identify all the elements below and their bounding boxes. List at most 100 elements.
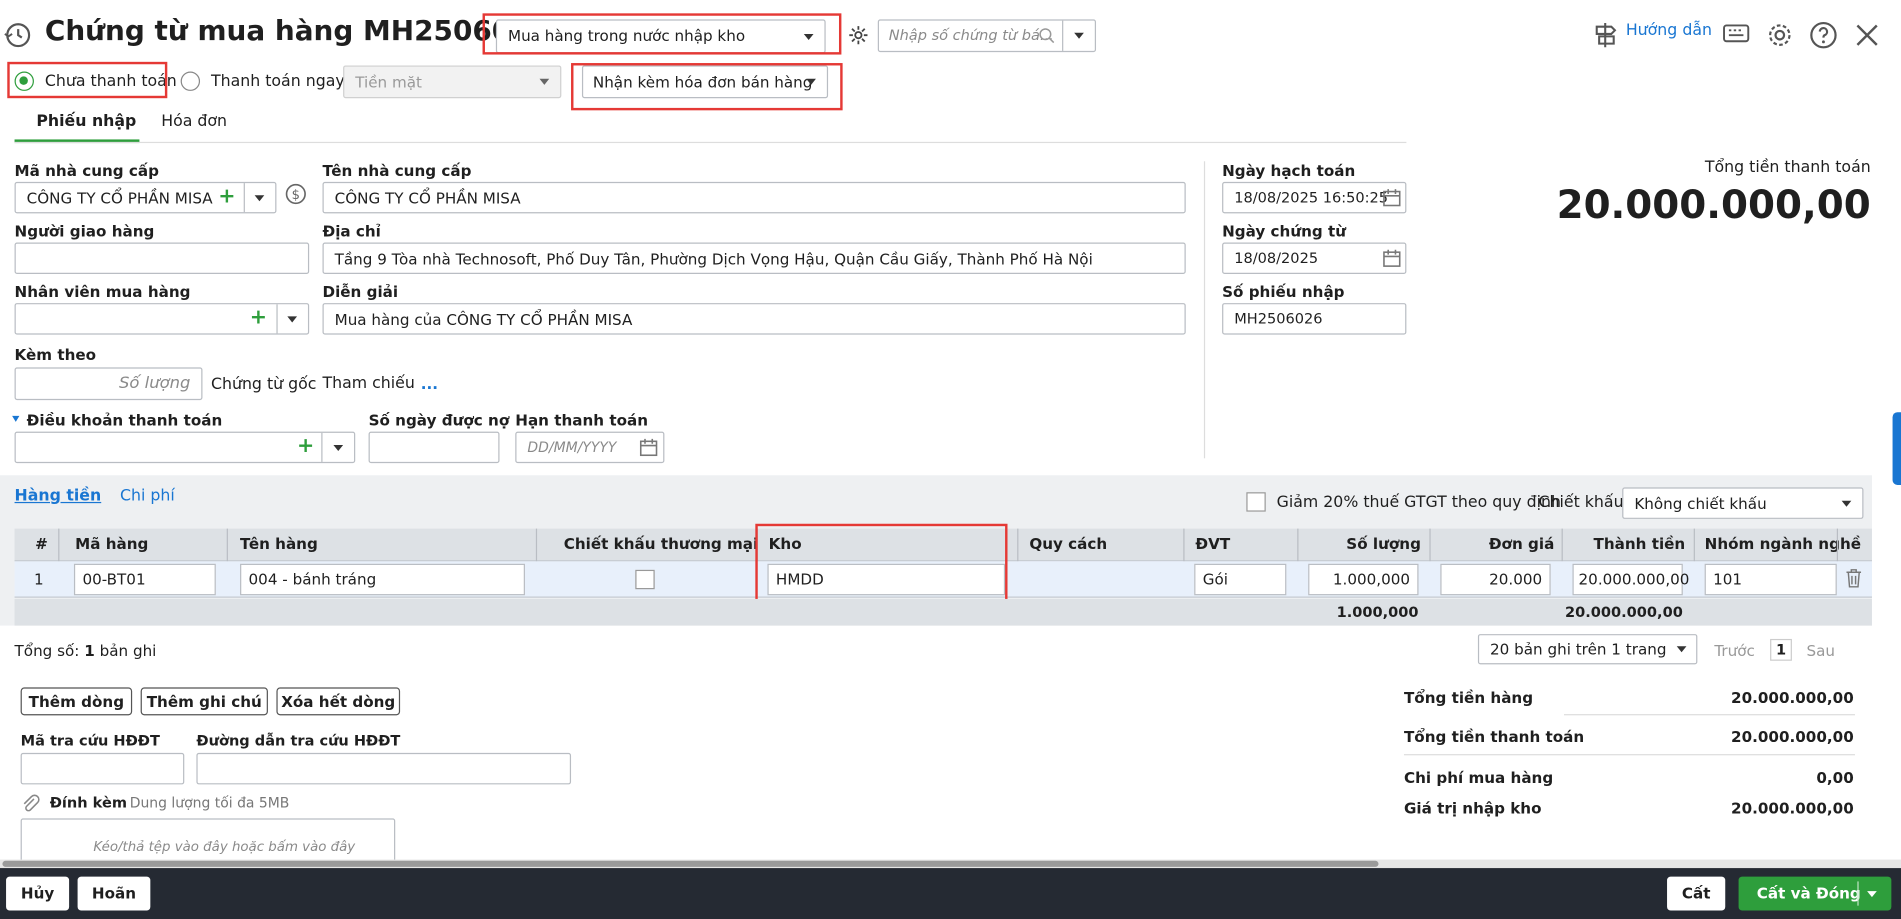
due-date-placeholder: DD/MM/YYYY bbox=[527, 438, 617, 456]
pay-now-radio[interactable] bbox=[180, 71, 201, 91]
svg-text:$: $ bbox=[292, 188, 300, 203]
payment-method-value: Tiền mặt bbox=[355, 72, 422, 91]
tab-cost[interactable]: Chi phí bbox=[120, 487, 175, 505]
history-icon[interactable] bbox=[4, 21, 33, 50]
voucher-search-box[interactable]: Nhập số chứng từ bá... bbox=[877, 19, 1097, 53]
group-cell[interactable]: 101 bbox=[1704, 563, 1837, 596]
credit-days-label: Số ngày được nợ bbox=[368, 411, 510, 430]
guide-link[interactable]: Hướng dẫn bbox=[1626, 22, 1712, 40]
page-size-select[interactable]: 20 bản ghi trên 1 trang bbox=[1477, 634, 1698, 665]
add-note-button[interactable]: Thêm ghi chú bbox=[140, 687, 268, 716]
calendar-icon[interactable] bbox=[1382, 249, 1401, 268]
discount-label: Chiết khấu bbox=[1538, 493, 1624, 512]
chevron-down-icon[interactable] bbox=[1074, 32, 1084, 39]
scrollbar-thumb[interactable] bbox=[2, 860, 1379, 867]
add-row-button[interactable]: Thêm dòng bbox=[20, 687, 133, 716]
keyboard-icon[interactable] bbox=[1723, 23, 1750, 45]
lookup-code-input[interactable] bbox=[20, 752, 185, 785]
lookup-url-input[interactable] bbox=[196, 752, 572, 785]
tab-invoice[interactable]: Hóa đơn bbox=[161, 113, 227, 131]
defer-button[interactable]: Hoãn bbox=[77, 876, 151, 911]
save-button[interactable]: Cất bbox=[1667, 876, 1726, 911]
search-input[interactable]: Nhập số chứng từ bá... bbox=[889, 27, 1054, 44]
price-cell[interactable]: 20.000 bbox=[1440, 563, 1551, 596]
chevron-down-icon[interactable] bbox=[1867, 891, 1877, 898]
calendar-icon[interactable] bbox=[1382, 188, 1401, 207]
col-amount: Thành tiền bbox=[1593, 534, 1686, 553]
row-index: 1 bbox=[33, 569, 44, 589]
attach-qty-input[interactable]: Số lượng bbox=[14, 367, 203, 401]
horizontal-scrollbar[interactable] bbox=[0, 859, 1901, 869]
tab-goods[interactable]: Hàng tiền bbox=[15, 487, 102, 505]
reference-link[interactable]: Tham chiếu bbox=[322, 375, 414, 393]
chevron-down-icon[interactable] bbox=[287, 316, 298, 323]
add-icon[interactable]: + bbox=[250, 307, 267, 329]
more-link[interactable]: ... bbox=[421, 375, 438, 393]
posting-date-input[interactable]: 18/08/2025 16:50:25 bbox=[1222, 181, 1407, 214]
sum-stock-label: Giá trị nhập kho bbox=[1403, 798, 1542, 818]
attach-label: Kèm theo bbox=[14, 345, 97, 364]
col-name: Tên hàng bbox=[240, 534, 318, 553]
next-page[interactable]: Sau bbox=[1806, 641, 1835, 659]
total-pay-amount: 20.000.000,00 bbox=[1556, 181, 1871, 228]
item-code-cell[interactable]: 00-BT01 bbox=[73, 563, 216, 596]
due-date-input[interactable]: DD/MM/YYYY bbox=[515, 431, 665, 464]
receipt-no-label: Số phiếu nhập bbox=[1222, 282, 1345, 301]
address-value: Tầng 9 Tòa nhà Technosoft, Phố Duy Tân, … bbox=[334, 249, 1093, 268]
posting-date-value: 18/08/2025 16:50:25 bbox=[1234, 189, 1389, 207]
doc-date-input[interactable]: 18/08/2025 bbox=[1222, 242, 1407, 275]
doc-date-value: 18/08/2025 bbox=[1234, 249, 1319, 267]
save-close-button[interactable]: Cất và Đóng bbox=[1757, 884, 1861, 902]
staff-label: Nhân viên mua hàng bbox=[14, 282, 191, 301]
terms-combo[interactable]: + bbox=[14, 431, 356, 464]
current-page[interactable]: 1 bbox=[1770, 638, 1792, 661]
help-icon[interactable] bbox=[1809, 21, 1838, 50]
dollar-icon[interactable]: $ bbox=[285, 183, 307, 205]
col-qty: Số lượng bbox=[1346, 534, 1421, 553]
address-label: Địa chỉ bbox=[322, 221, 381, 241]
clear-rows-button[interactable]: Xóa hết dòng bbox=[276, 687, 401, 716]
payment-method-select[interactable]: Tiền mặt bbox=[343, 65, 562, 99]
supplier-name-input[interactable]: CÔNG TY CỔ PHẦN MISA bbox=[322, 181, 1186, 214]
pay-now-label: Thanh toán ngay bbox=[210, 72, 345, 91]
desc-input[interactable]: Mua hàng của CÔNG TY CỔ PHẦN MISA bbox=[322, 303, 1186, 335]
address-input[interactable]: Tầng 9 Tòa nhà Technosoft, Phố Duy Tân, … bbox=[322, 242, 1186, 275]
unit-cell[interactable]: Gói bbox=[1194, 563, 1287, 596]
close-icon[interactable] bbox=[1855, 23, 1879, 47]
deliverer-input[interactable] bbox=[14, 242, 310, 275]
side-panel-handle[interactable] bbox=[1892, 412, 1901, 485]
cancel-button[interactable]: Hủy bbox=[6, 876, 70, 911]
discount-select[interactable]: Không chiết khấu bbox=[1622, 487, 1864, 519]
staff-combo[interactable]: + bbox=[14, 303, 310, 335]
col-index: # bbox=[35, 534, 48, 553]
supplier-code-combo[interactable]: CÔNG TY CỔ PHẦN MISA + bbox=[14, 181, 277, 214]
table-summary-row: 1.000,000 20.000.000,00 bbox=[14, 598, 1872, 626]
purchase-voucher-window: Chứng từ mua hàng MH2506026 Mua hàng tro… bbox=[0, 0, 1901, 919]
calendar-icon[interactable] bbox=[639, 438, 658, 457]
chevron-down-icon[interactable] bbox=[254, 195, 265, 202]
settings-icon[interactable] bbox=[1765, 21, 1794, 50]
add-icon[interactable]: + bbox=[297, 436, 314, 457]
guide-icon[interactable] bbox=[1592, 21, 1619, 50]
credit-days-input[interactable] bbox=[368, 431, 500, 464]
item-name-cell[interactable]: 004 - bánh tráng bbox=[240, 563, 525, 596]
add-icon[interactable]: + bbox=[218, 186, 235, 208]
search-icon[interactable] bbox=[1038, 27, 1056, 45]
trade-discount-checkbox[interactable] bbox=[635, 569, 655, 590]
collapse-icon[interactable] bbox=[12, 415, 20, 422]
gear-icon[interactable] bbox=[847, 24, 869, 46]
attach-files-label: Đính kèm bbox=[49, 794, 127, 812]
qty-cell[interactable]: 1.000,000 bbox=[1308, 563, 1419, 596]
sum-stock-value: 20.000.000,00 bbox=[1731, 798, 1854, 818]
vat-reduce-checkbox[interactable] bbox=[1246, 492, 1266, 512]
tab-receipt[interactable]: Phiếu nhập bbox=[36, 113, 136, 131]
receipt-no-input[interactable]: MH2506026 bbox=[1222, 303, 1407, 335]
trash-icon[interactable] bbox=[1845, 569, 1862, 588]
chevron-down-icon[interactable] bbox=[333, 444, 344, 452]
posting-date-label: Ngày hạch toán bbox=[1222, 161, 1356, 180]
sum-cost-label: Chi phí mua hàng bbox=[1403, 768, 1554, 787]
amount-cell[interactable]: 20.000.000,00 bbox=[1572, 563, 1689, 596]
lookup-code-label: Mã tra cứu HĐĐT bbox=[20, 732, 160, 750]
col-spec: Quy cách bbox=[1029, 534, 1108, 553]
prev-page[interactable]: Trước bbox=[1714, 641, 1754, 659]
